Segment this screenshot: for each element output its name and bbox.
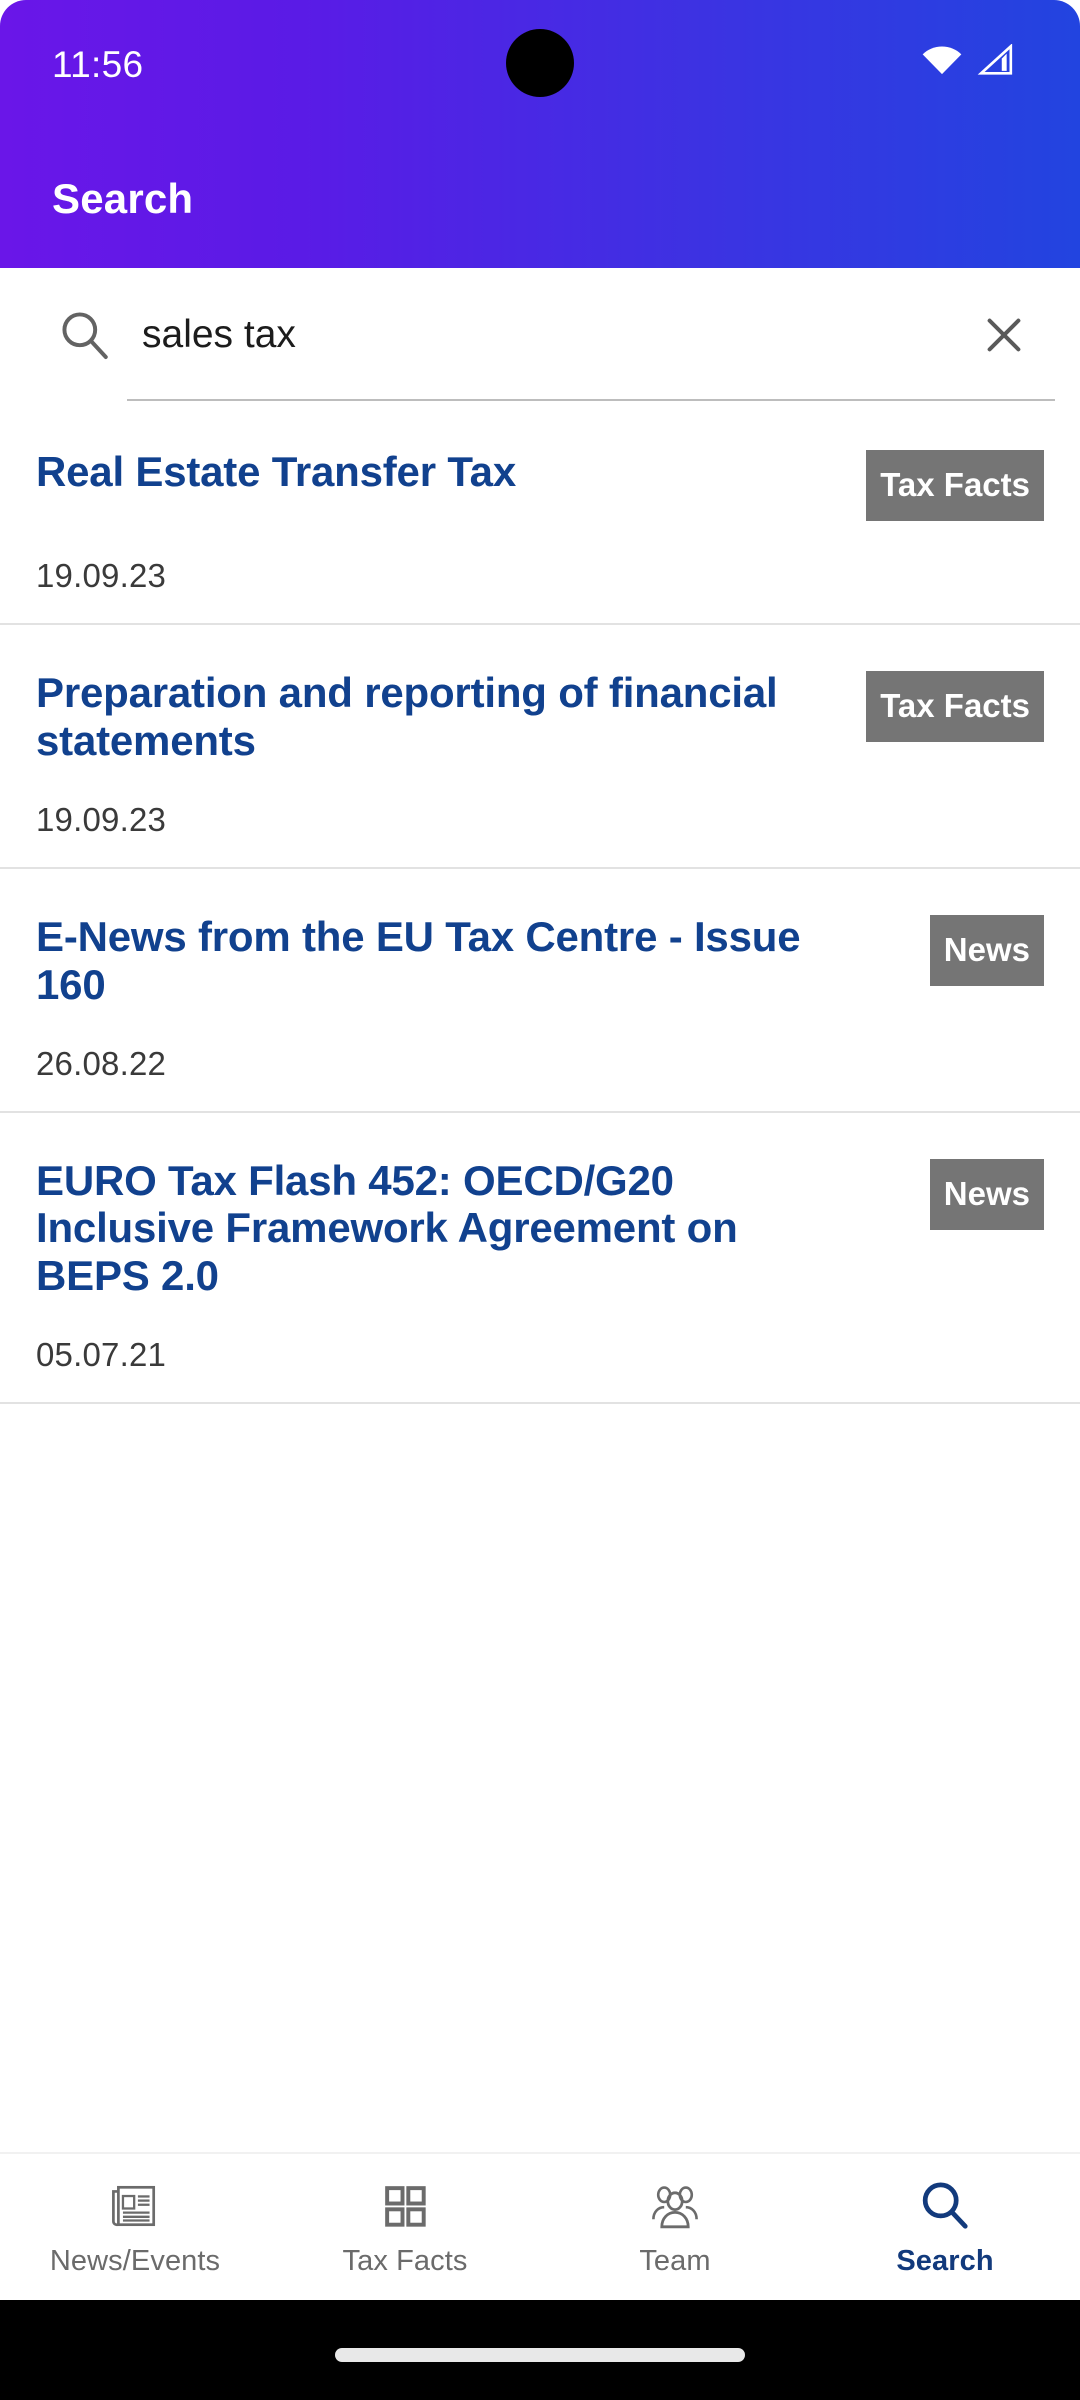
- result-date: 19.09.23: [36, 800, 167, 838]
- cellular-signal-icon: [976, 44, 1014, 76]
- wifi-icon: [922, 45, 962, 75]
- result-date: 05.07.21: [36, 1336, 167, 1374]
- nav-item-tax-facts[interactable]: Tax Facts: [270, 2154, 540, 2300]
- result-header-row: EURO Tax Flash 452: OECD/G20 Inclusive F…: [36, 1157, 1044, 1301]
- grid-squares-icon: [378, 2177, 432, 2235]
- result-category-badge: Tax Facts: [866, 671, 1044, 742]
- status-bar-clock: 11:56: [52, 44, 144, 85]
- result-title: EURO Tax Flash 452: OECD/G20 Inclusive F…: [36, 1156, 738, 1300]
- result-title: E-News from the EU Tax Centre - Issue 16…: [36, 912, 801, 1008]
- nav-item-team[interactable]: Team: [540, 2154, 810, 2300]
- result-header-row: Preparation and reporting of financial s…: [36, 669, 1044, 765]
- bottom-navigation-bar: News/Events Tax Facts Team Search: [0, 2152, 1080, 2300]
- status-bar: 11:56: [0, 0, 1080, 120]
- search-result-item[interactable]: Real Estate Transfer Tax Tax Facts 19.09…: [0, 404, 1080, 625]
- nav-label-search: Search: [896, 2244, 994, 2277]
- newspaper-icon: [108, 2177, 162, 2235]
- phone-screen: 11:56 Search sales tax Real Estate Trans…: [0, 0, 1080, 2400]
- search-result-item[interactable]: Preparation and reporting of financial s…: [0, 625, 1080, 869]
- nav-label-team: Team: [639, 2244, 711, 2277]
- search-results-list: Real Estate Transfer Tax Tax Facts 19.09…: [0, 404, 1080, 1405]
- nav-item-news-events[interactable]: News/Events: [0, 2154, 270, 2300]
- close-icon: [981, 312, 1027, 361]
- result-date: 19.09.23: [36, 557, 167, 594]
- result-category-badge: Tax Facts: [866, 450, 1044, 521]
- clear-search-button[interactable]: [974, 306, 1034, 366]
- search-result-item[interactable]: E-News from the EU Tax Centre - Issue 16…: [0, 869, 1080, 1113]
- app-header: 11:56 Search: [0, 0, 1080, 268]
- search-result-item[interactable]: EURO Tax Flash 452: OECD/G20 Inclusive F…: [0, 1113, 1080, 1405]
- system-gesture-area: [0, 2300, 1080, 2400]
- status-bar-icons: [922, 44, 1014, 76]
- result-header-row: Real Estate Transfer Tax Tax Facts: [36, 448, 1044, 521]
- nav-item-search[interactable]: Search: [810, 2154, 1080, 2300]
- search-icon: [58, 308, 112, 362]
- people-group-icon: [647, 2177, 703, 2235]
- result-category-badge: News: [929, 914, 1044, 986]
- search-input-underline: [127, 399, 1055, 401]
- front-camera-cutout: [506, 29, 574, 97]
- nav-label-news-events: News/Events: [49, 2244, 221, 2277]
- search-bar: [0, 268, 1080, 404]
- result-title: Real Estate Transfer Tax: [36, 448, 516, 495]
- result-category-badge: News: [929, 1158, 1044, 1230]
- nav-label-tax-facts: Tax Facts: [342, 2244, 468, 2277]
- page-title: Search: [52, 175, 194, 222]
- result-title: Preparation and reporting of financial s…: [36, 669, 778, 764]
- home-gesture-bar[interactable]: [335, 2348, 745, 2362]
- search-input[interactable]: [142, 304, 902, 366]
- result-header-row: E-News from the EU Tax Centre - Issue 16…: [36, 913, 1044, 1009]
- search-icon: [917, 2177, 973, 2235]
- result-date: 26.08.22: [36, 1044, 167, 1082]
